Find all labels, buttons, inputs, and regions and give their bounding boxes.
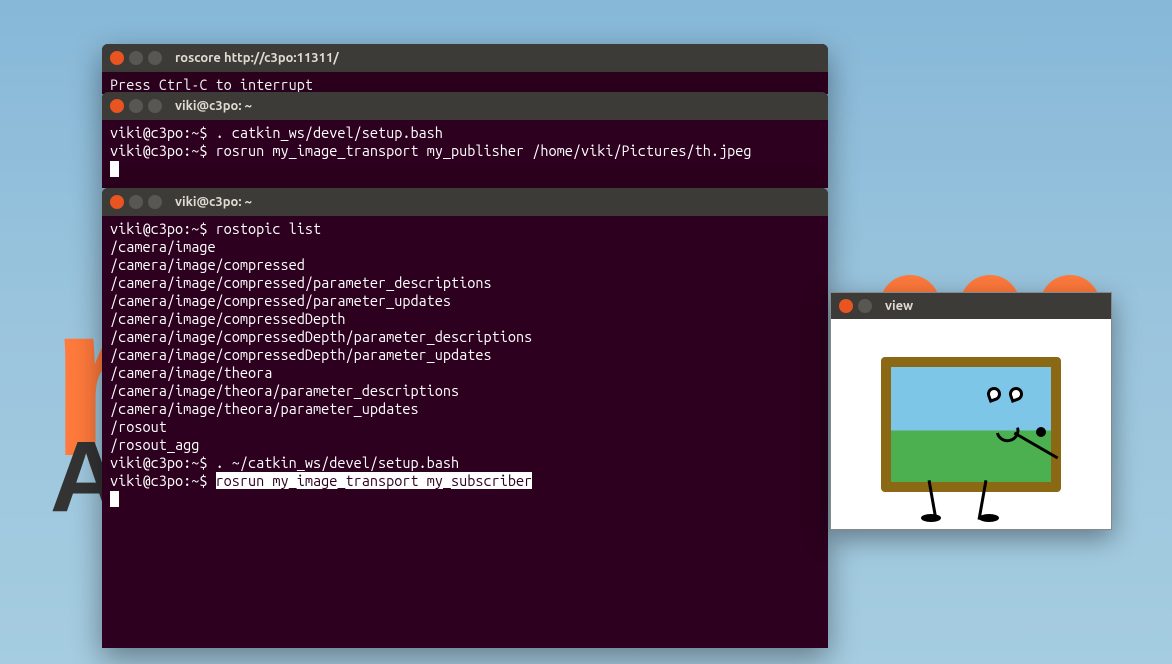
command-text: rostopic list [216,220,322,237]
output-line: /camera/image/theora [110,364,272,381]
maximize-button[interactable] [148,99,162,113]
close-button[interactable] [110,195,124,209]
command-text-selected: rosrun my_image_transport my_subscriber [216,472,533,489]
terminal-output[interactable]: viki@c3po:~$ rostopic list /camera/image… [102,216,828,512]
titlebar[interactable]: viki@c3po: ~ [102,92,828,120]
shell-prompt: viki@c3po:~$ [110,472,216,489]
output-line: /camera/image/compressed/parameter_descr… [110,274,492,291]
minimize-button[interactable] [858,299,872,313]
terminal-roscore[interactable]: roscore http://c3po:11311/ Press Ctrl-C … [102,44,828,94]
command-text: . ~/catkin_ws/devel/setup.bash [216,454,460,471]
shell-prompt: viki@c3po:~$ [110,454,216,471]
output-line: /camera/image/compressed [110,256,305,273]
output-line: /camera/image [110,238,216,255]
maximize-button[interactable] [148,51,162,65]
output-line: /camera/image/compressedDepth/parameter_… [110,346,492,363]
output-line: Press Ctrl-C to interrupt [110,76,313,93]
shell-prompt: viki@c3po:~$ [110,142,216,159]
close-button[interactable] [110,51,124,65]
minimize-button[interactable] [129,99,143,113]
shell-prompt: viki@c3po:~$ [110,124,216,141]
titlebar[interactable]: viki@c3po: ~ [102,188,828,216]
cartoon-picture-frame-icon [881,357,1061,492]
image-viewport[interactable] [831,319,1111,529]
terminal-subscriber[interactable]: viki@c3po: ~ viki@c3po:~$ rostopic list … [102,188,828,648]
output-line: /camera/image/compressedDepth/parameter_… [110,328,532,345]
minimize-button[interactable] [129,195,143,209]
output-line: /camera/image/theora/parameter_descripti… [110,382,459,399]
close-button[interactable] [110,99,124,113]
window-title: roscore http://c3po:11311/ [175,51,339,65]
shell-prompt: viki@c3po:~$ [110,220,216,237]
terminal-output[interactable]: Press Ctrl-C to interrupt [102,72,828,94]
minimize-button[interactable] [129,51,143,65]
window-title: viki@c3po: ~ [175,195,252,209]
close-button[interactable] [839,299,853,313]
command-text: rosrun my_image_transport my_publisher /… [216,142,752,159]
output-line: /camera/image/compressedDepth [110,310,345,327]
titlebar[interactable]: roscore http://c3po:11311/ [102,44,828,72]
terminal-publisher[interactable]: viki@c3po: ~ viki@c3po:~$ . catkin_ws/de… [102,92,828,188]
cursor-icon [110,161,119,177]
titlebar[interactable]: view [831,293,1111,319]
window-title: view [885,299,913,313]
maximize-button[interactable] [148,195,162,209]
terminal-output[interactable]: viki@c3po:~$ . catkin_ws/devel/setup.bas… [102,120,828,182]
output-line: /rosout_agg [110,436,199,453]
command-text: . catkin_ws/devel/setup.bash [216,124,443,141]
output-line: /rosout [110,418,167,435]
cursor-icon [110,491,119,507]
window-title: viki@c3po: ~ [175,99,252,113]
output-line: /camera/image/theora/parameter_updates [110,400,419,417]
image-view-window[interactable]: view [830,292,1112,530]
output-line: /camera/image/compressed/parameter_updat… [110,292,451,309]
